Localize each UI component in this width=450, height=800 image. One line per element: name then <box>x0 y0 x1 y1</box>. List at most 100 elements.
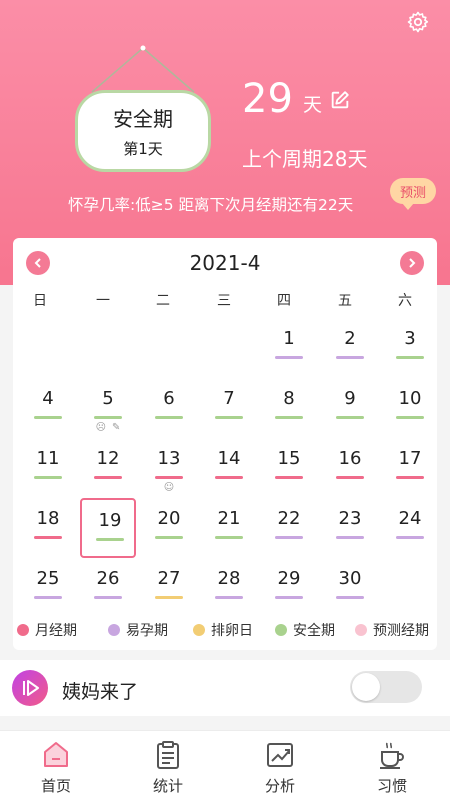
phase-indicator <box>275 416 303 419</box>
toggle-knob <box>352 673 380 701</box>
period-start-row: 姨妈来了 <box>0 660 450 716</box>
calendar-day-number: 7 <box>223 388 235 409</box>
calendar-day-number: 24 <box>398 508 422 529</box>
period-start-toggle[interactable] <box>350 671 422 703</box>
legend-label: 易孕期 <box>126 623 168 639</box>
calendar-day[interactable]: 25 <box>20 558 76 618</box>
calendar-day-number: 4 <box>42 388 54 409</box>
tab-statistics[interactable]: 统计 <box>112 731 224 800</box>
calendar-day[interactable]: 17 <box>382 438 438 498</box>
calendar-day-number: 20 <box>157 508 181 529</box>
edit-icon[interactable] <box>329 89 351 111</box>
period-start-label: 姨妈来了 <box>62 681 139 703</box>
calendar-day[interactable]: 21 <box>201 498 257 558</box>
calendar-day[interactable]: 6 <box>141 378 197 438</box>
calendar-day-number: 27 <box>157 568 181 589</box>
calendar-day[interactable]: 20 <box>141 498 197 558</box>
calendar-day[interactable]: 8 <box>261 378 317 438</box>
phase-indicator <box>336 536 364 539</box>
calendar-day[interactable]: 30 <box>322 558 378 618</box>
calendar-day-number: 30 <box>338 568 362 589</box>
calendar-day[interactable]: 2 <box>322 318 378 378</box>
calendar-day[interactable]: 18 <box>20 498 76 558</box>
calendar-day[interactable]: 7 <box>201 378 257 438</box>
tab-habits-label: 习惯 <box>376 777 407 795</box>
legend-dot <box>108 624 120 636</box>
pregnancy-chance-info: 怀孕几率:低≥5 距离下次月经期还有22天 <box>68 196 354 214</box>
tab-analysis-label: 分析 <box>264 777 295 795</box>
calendar-day[interactable]: 5 ☹ ✎ <box>80 378 136 438</box>
tab-analysis[interactable]: 分析 <box>224 731 336 800</box>
cycle-status-sign: 安全期 第1天 <box>75 90 211 172</box>
calendar-day[interactable]: 14 <box>201 438 257 498</box>
phase-indicator <box>215 476 243 479</box>
calendar-day-number: 21 <box>217 508 241 529</box>
bottom-nav: 首页 统计 分析 习惯 <box>0 730 450 800</box>
calendar-day-number: 8 <box>283 388 295 409</box>
coffee-cup-icon <box>380 742 404 769</box>
calendar-day-number: 5 <box>102 388 114 409</box>
cycle-phase-day: 第1天 <box>123 140 163 158</box>
calendar-day[interactable]: 16 <box>322 438 378 498</box>
calendar-day[interactable]: 9 <box>322 378 378 438</box>
calendar-day-number: 16 <box>338 448 362 469</box>
legend-label: 月经期 <box>35 623 77 639</box>
phase-indicator <box>396 416 424 419</box>
predict-button[interactable]: 预测 <box>390 178 436 210</box>
calendar-day-number: 11 <box>36 448 60 469</box>
phase-indicator <box>215 416 243 419</box>
legend-dot <box>275 624 287 636</box>
cycle-days-unit: 天 <box>303 94 323 116</box>
tab-habits[interactable]: 习惯 <box>336 731 448 800</box>
calendar-day[interactable]: 29 <box>261 558 317 618</box>
calendar-day-number: 26 <box>96 568 120 589</box>
calendar-day[interactable]: 28 <box>201 558 257 618</box>
phase-indicator <box>275 536 303 539</box>
calendar-day[interactable]: 27 <box>141 558 197 618</box>
calendar-day-number: 28 <box>217 568 241 589</box>
calendar-day-number: 2 <box>344 328 356 349</box>
day-record-icons: ☺ <box>141 482 197 494</box>
calendar-day[interactable]: 11 <box>20 438 76 498</box>
sad-face-icon: ☹ <box>95 422 107 433</box>
legend-item: 排卵日 <box>193 622 253 639</box>
tab-statistics-label: 统计 <box>152 777 183 795</box>
calendar-day[interactable]: 22 <box>261 498 317 558</box>
calendar-day-number: 22 <box>277 508 301 529</box>
tab-home[interactable]: 首页 <box>0 731 112 800</box>
calendar-day[interactable]: 26 <box>80 558 136 618</box>
calendar-grid: 1 2 3 4 5 ☹ ✎ 6 7 8 9 10 11 12 13 ☺ 14 15 16 17 18 19 20 21 22 23… <box>13 238 437 618</box>
calendar-day-number: 23 <box>338 508 362 529</box>
phase-indicator <box>34 536 62 539</box>
legend-item: 月经期 <box>17 622 77 639</box>
calendar-day[interactable]: 10 <box>382 378 438 438</box>
calendar-day-number: 3 <box>404 328 416 349</box>
calendar-day-number: 9 <box>344 388 356 409</box>
calendar-day-number: 15 <box>277 448 301 469</box>
calendar-day-number: 18 <box>36 508 60 529</box>
note-icon: ✎ <box>112 422 121 433</box>
calendar-day[interactable]: 4 <box>20 378 76 438</box>
calendar-day[interactable]: 13 ☺ <box>141 438 197 498</box>
calendar-day[interactable]: 23 <box>322 498 378 558</box>
sign-hanger <box>91 45 195 93</box>
phase-indicator <box>336 596 364 599</box>
phase-indicator <box>275 476 303 479</box>
calendar-day[interactable]: 19 <box>80 498 136 558</box>
calendar-day[interactable]: 12 <box>80 438 136 498</box>
phase-indicator <box>155 536 183 539</box>
phase-indicator <box>94 416 122 419</box>
smile-face-icon: ☺ <box>163 482 175 493</box>
legend-item: 易孕期 <box>108 622 168 639</box>
phase-indicator <box>396 356 424 359</box>
calendar-day[interactable]: 15 <box>261 438 317 498</box>
legend-label: 安全期 <box>293 623 335 639</box>
calendar-day-number: 19 <box>98 510 122 531</box>
calendar-day[interactable]: 24 <box>382 498 438 558</box>
calendar-day[interactable]: 1 <box>261 318 317 378</box>
phase-indicator <box>94 476 122 479</box>
calendar-day[interactable]: 3 <box>382 318 438 378</box>
phase-indicator <box>34 596 62 599</box>
last-cycle-length: 上个周期28天 <box>242 147 368 171</box>
phase-legend: 月经期 易孕期 排卵日 安全期 预测经期 <box>13 622 437 639</box>
